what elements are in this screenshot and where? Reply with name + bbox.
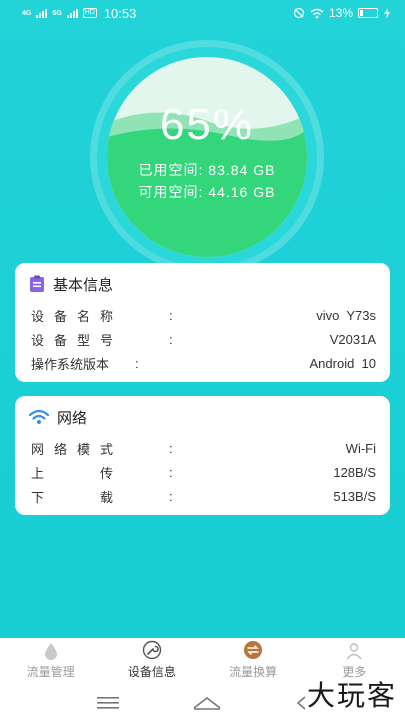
tab-traffic-management[interactable]: 流量管理 <box>0 638 101 686</box>
download-label: 下载 <box>31 489 170 505</box>
download-colon: : <box>169 488 173 504</box>
network-mode-value: Wi-Fi <box>345 440 376 456</box>
upload-label: 上传 <box>31 465 170 481</box>
signal-bars-icon-2 <box>66 8 78 18</box>
free-space: 可用空间: 44.16 GB <box>138 184 276 200</box>
tab-traffic-management-label: 流量管理 <box>26 665 75 679</box>
info-row-os-version: 操作系统版本 : Android 10 <box>29 351 376 375</box>
network-title: 网络 <box>57 409 88 427</box>
device-model-label: 设备型号 <box>31 332 124 348</box>
upload-value: 128B/S <box>333 464 376 480</box>
basic-info-card: 基本信息 设备名称 : vivo Y73s 设备型号 : V2031A 操作系统… <box>15 263 390 382</box>
bottom-nav: 流量管理 设备信息 流量换算 更多 大玩客 <box>0 638 405 720</box>
storage-gauge <box>107 57 307 257</box>
storage-wave <box>107 57 307 257</box>
charging-icon <box>384 7 390 19</box>
os-version-colon: : <box>135 355 139 371</box>
person-icon <box>346 643 362 660</box>
device-name-colon: : <box>169 307 173 323</box>
tab-device-info[interactable]: 设备信息 <box>101 638 202 686</box>
wifi-status-icon <box>310 8 324 18</box>
wifi-icon <box>29 409 49 424</box>
dnd-icon <box>293 7 305 19</box>
tab-device-info-label: 设备信息 <box>127 665 176 679</box>
battery-percent: 13% <box>328 6 353 20</box>
tab-traffic-conversion-label: 流量换算 <box>229 665 278 679</box>
network-header: 网络 <box>29 406 376 428</box>
drop-icon <box>44 643 57 660</box>
device-model-colon: : <box>169 331 173 347</box>
storage-percent: 65% <box>159 100 255 149</box>
wrench-icon <box>142 640 162 660</box>
signal-bars-icon <box>36 8 48 18</box>
tab-traffic-conversion[interactable]: 流量换算 <box>203 638 304 686</box>
network-card: 网络 网络模式 : Wi-Fi 上传 : 128B/S 下载 : 513B/S <box>15 396 390 515</box>
info-row-device-model: 设备型号 : V2031A <box>29 327 376 351</box>
status-bar: 4G 5G HD 10:53 13% <box>0 0 405 26</box>
signal-5g-label: 5G <box>52 9 62 17</box>
net-row-download: 下载 : 513B/S <box>29 484 376 508</box>
upload-colon: : <box>169 464 173 480</box>
network-mode-label: 网络模式 <box>31 441 124 457</box>
used-space: 已用空间: 83.84 GB <box>138 162 276 178</box>
os-version-label: 操作系统版本 <box>31 356 110 372</box>
home-icon[interactable] <box>192 696 222 710</box>
device-model-value: V2031A <box>329 331 376 347</box>
os-version-value: Android 10 <box>309 355 377 371</box>
clock: 10:53 <box>103 5 137 21</box>
net-row-upload: 上传 : 128B/S <box>29 460 376 484</box>
hd-badge: HD <box>82 8 97 18</box>
basic-info-header: 基本信息 <box>29 273 376 295</box>
net-row-mode: 网络模式 : Wi-Fi <box>29 436 376 460</box>
battery-icon <box>358 8 378 18</box>
clipboard-icon <box>30 275 44 292</box>
device-name-label: 设备名称 <box>31 308 124 324</box>
device-name-value: vivo Y73s <box>316 307 376 323</box>
exchange-icon <box>244 641 263 659</box>
basic-info-title: 基本信息 <box>53 276 114 294</box>
info-row-device-name: 设备名称 : vivo Y73s <box>29 303 376 327</box>
watermark-logo: 大玩客 <box>306 679 397 712</box>
signal-4g-label: 4G <box>22 9 32 17</box>
network-mode-colon: : <box>169 440 173 456</box>
menu-icon[interactable] <box>96 697 119 709</box>
download-value: 513B/S <box>333 488 376 504</box>
